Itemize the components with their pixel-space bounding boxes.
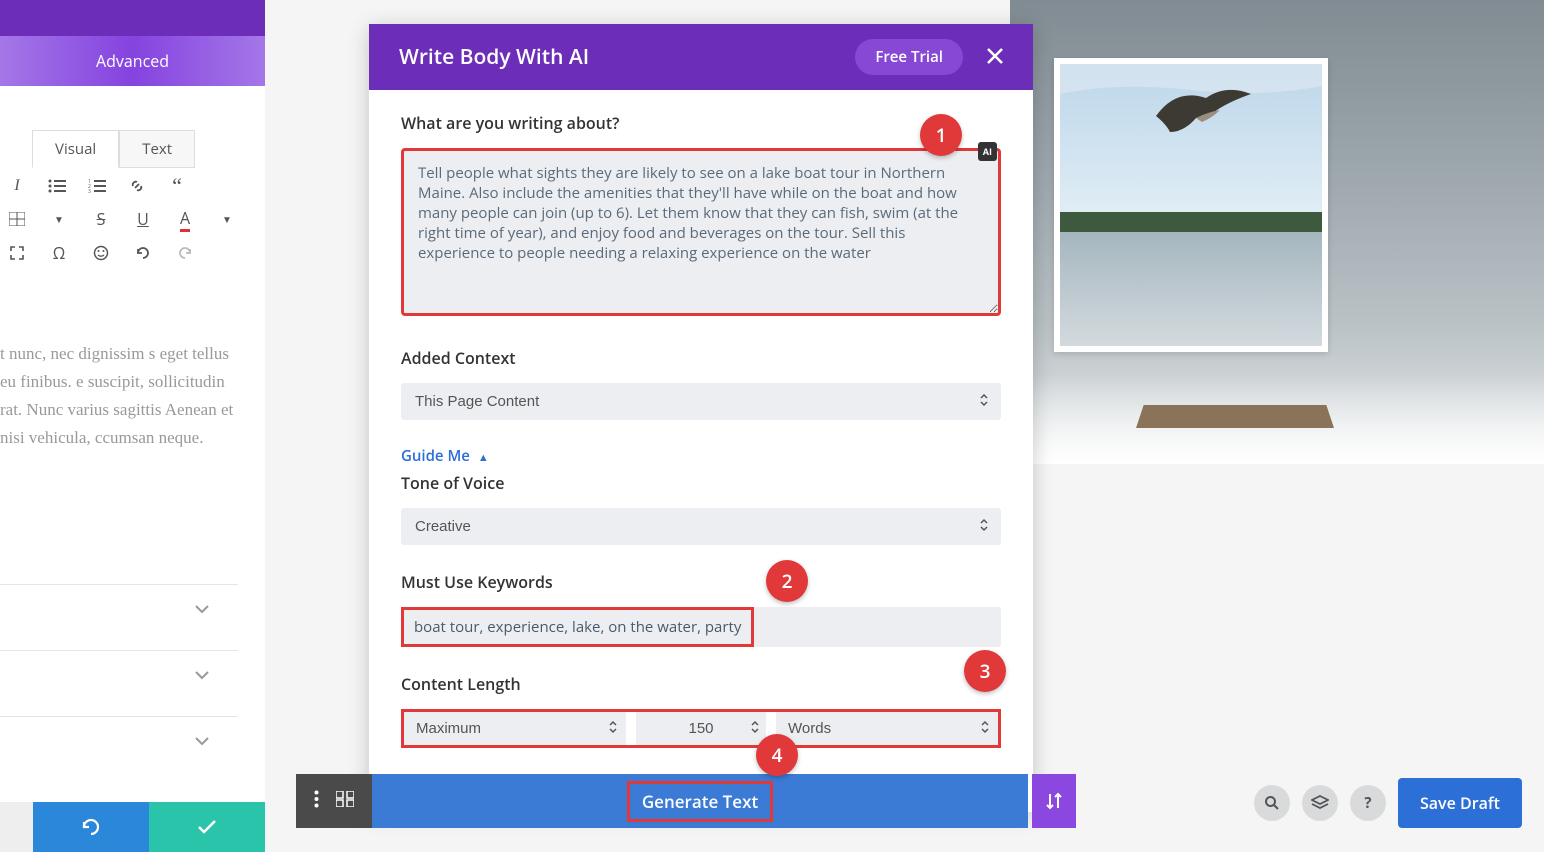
dropdown-caret-icon[interactable]: ▼ [48, 208, 70, 230]
ai-badge: AI [978, 142, 997, 161]
svg-text:3: 3 [88, 189, 91, 193]
expand-icon[interactable] [6, 242, 28, 264]
advanced-tab[interactable]: Advanced [0, 36, 265, 86]
toolbar-row-3: Ω [0, 242, 196, 264]
dock-graphic [1136, 405, 1334, 428]
tone-label: Tone of Voice [401, 472, 1001, 494]
modal-body: What are you writing about? Tell people … [369, 90, 1033, 812]
bottom-bar-tools [296, 774, 372, 828]
prompt-textarea-wrap: Tell people what sights they are likely … [401, 148, 1001, 321]
modal-header: Write Body With AI Free Trial [369, 24, 1033, 90]
tab-visual[interactable]: Visual [32, 130, 119, 168]
tone-select[interactable]: Creative [401, 508, 1001, 545]
keywords-input-row: boat tour, experience, lake, on the wate… [401, 607, 1001, 647]
editor-mode-tabs: Visual Text [32, 130, 195, 168]
accordion-row-1[interactable] [0, 584, 238, 630]
guide-me-label: Guide Me [401, 446, 470, 466]
length-number-input[interactable] [636, 712, 766, 745]
toolbar-row-2: ▼ S U A ▼ [0, 208, 238, 230]
added-context-select-wrap: This Page Content [401, 383, 1001, 420]
quote-icon[interactable]: “ [166, 175, 188, 197]
close-icon[interactable] [981, 42, 1009, 72]
annotation-4: 4 [756, 734, 798, 776]
free-trial-badge[interactable]: Free Trial [855, 39, 963, 75]
length-type-select[interactable]: Maximum [404, 712, 626, 745]
prompt-label: What are you writing about? [401, 112, 1001, 134]
left-action-spacer [0, 802, 33, 852]
generate-text-label: Generate Text [627, 781, 773, 822]
inset-lake-photo [1054, 58, 1328, 352]
redo-icon[interactable] [174, 242, 196, 264]
refresh-button[interactable] [33, 802, 149, 852]
save-draft-button[interactable]: Save Draft [1398, 778, 1522, 828]
undo-icon[interactable] [132, 242, 154, 264]
editor-left-panel: Advanced Visual Text I 123 “ ▼ S U A ▼ [0, 0, 265, 852]
chevron-down-icon [194, 728, 210, 752]
keywords-input[interactable]: boat tour, experience, lake, on the wate… [401, 607, 754, 647]
guide-me-toggle[interactable]: Guide Me ▲ [401, 446, 1001, 466]
triangle-up-icon: ▲ [478, 450, 489, 465]
tab-text[interactable]: Text [119, 130, 195, 168]
editor-body-preview[interactable]: t nunc, nec dignissim s eget tellus eu f… [0, 340, 235, 452]
annotation-2: 2 [766, 560, 808, 602]
annotation-1: 1 [920, 114, 962, 156]
help-button[interactable]: ? [1350, 785, 1386, 821]
layout-icon[interactable] [336, 790, 354, 812]
underline-icon[interactable]: U [132, 208, 154, 230]
annotation-3: 3 [964, 650, 1006, 692]
accordion-row-2[interactable] [0, 650, 238, 696]
emoji-icon[interactable] [90, 242, 112, 264]
swap-button[interactable] [1032, 774, 1076, 828]
italic-icon[interactable]: I [6, 175, 28, 197]
keywords-label: Must Use Keywords [401, 571, 1001, 593]
number-list-icon[interactable]: 123 [86, 175, 108, 197]
content-length-row: Maximum Words [401, 709, 1001, 748]
length-unit-select[interactable]: Words [776, 712, 998, 745]
table-icon[interactable] [6, 208, 28, 230]
added-context-select[interactable]: This Page Content [401, 383, 1001, 420]
search-button[interactable] [1254, 785, 1290, 821]
confirm-button[interactable] [149, 802, 265, 852]
left-bottom-actions [0, 802, 265, 852]
toolbar-row-1: I 123 “ [0, 175, 188, 197]
modal-title: Write Body With AI [399, 43, 855, 71]
layers-button[interactable] [1302, 785, 1338, 821]
accordion-row-3[interactable] [0, 716, 238, 762]
link-icon[interactable] [126, 175, 148, 197]
strikethrough-icon[interactable]: S [90, 208, 112, 230]
left-purple-stripe [0, 0, 265, 36]
added-context-label: Added Context [401, 347, 1001, 369]
bullet-list-icon[interactable] [46, 175, 68, 197]
right-bottom-actions: ? Save Draft [1254, 778, 1522, 828]
chevron-down-icon [194, 662, 210, 686]
dropdown-caret-icon-2[interactable]: ▼ [216, 208, 238, 230]
advanced-tab-label: Advanced [96, 50, 169, 72]
bottom-action-bar: Generate Text [296, 774, 1076, 828]
generate-text-button[interactable]: Generate Text [372, 774, 1028, 828]
tone-select-wrap: Creative [401, 508, 1001, 545]
text-color-icon[interactable]: A [174, 208, 196, 230]
chevron-down-icon [194, 596, 210, 620]
prompt-textarea[interactable]: Tell people what sights they are likely … [401, 148, 1001, 316]
omega-icon[interactable]: Ω [48, 242, 70, 264]
length-label: Content Length [401, 673, 1001, 695]
kebab-icon[interactable] [314, 790, 319, 813]
